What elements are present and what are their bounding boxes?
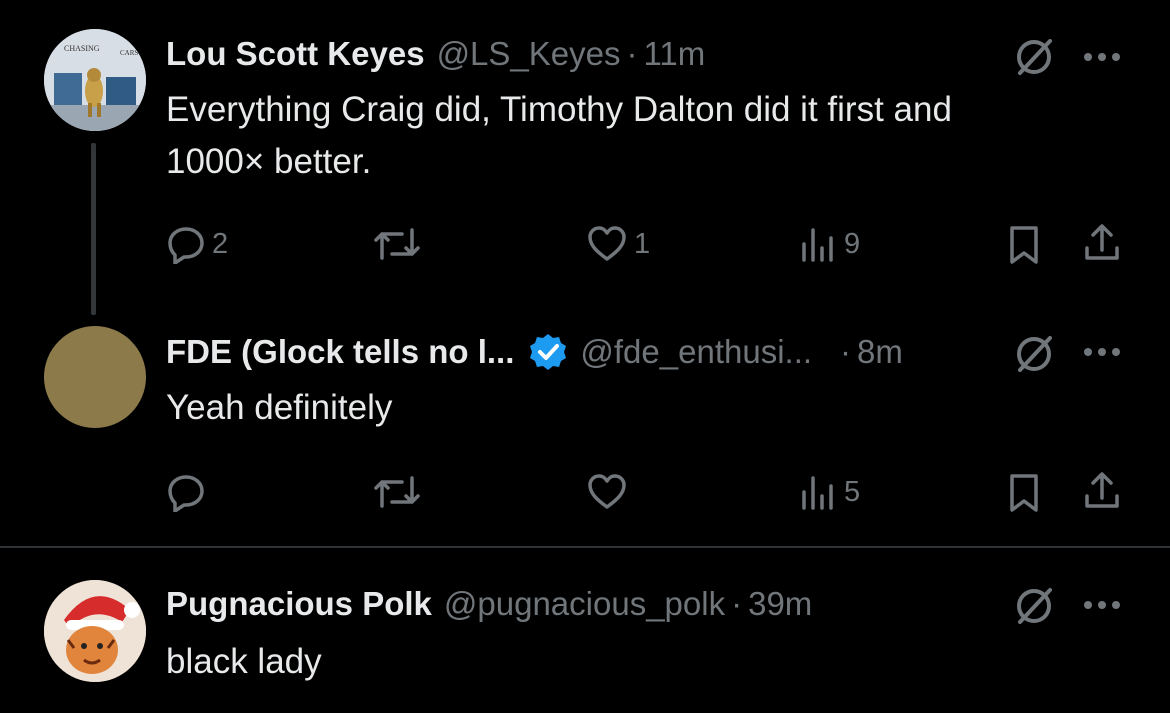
timestamp[interactable]: 8m	[857, 333, 903, 371]
retweet-icon	[374, 228, 420, 260]
tweet-actions: 5	[0, 468, 1170, 516]
tweet-text: Yeah definitely	[166, 382, 1066, 434]
tweet-header: Lou Scott Keyes @LS_Keyes · 11m	[166, 34, 705, 74]
reply-icon	[168, 227, 204, 264]
avatar-logo-text-top: CHASING	[64, 44, 100, 53]
views-count: 5	[844, 475, 861, 508]
more-icon[interactable]	[1082, 51, 1122, 63]
views-button[interactable]: 9	[800, 224, 860, 264]
share-button[interactable]	[1082, 222, 1122, 264]
like-button[interactable]: 1	[586, 224, 650, 264]
views-icon	[802, 228, 833, 262]
more-icon[interactable]	[1082, 599, 1122, 611]
tweet-text: black lady	[166, 636, 1066, 688]
reply-button[interactable]	[166, 472, 206, 512]
avatar-image	[44, 580, 146, 682]
more-icon[interactable]	[1082, 346, 1122, 358]
like-icon	[588, 226, 626, 261]
grok-icon[interactable]	[1012, 332, 1056, 376]
reply-count: 2	[212, 227, 229, 260]
user-handle[interactable]: @pugnacious_polk	[444, 585, 725, 623]
bookmark-button[interactable]	[1006, 224, 1042, 266]
divider	[0, 546, 1170, 548]
like-icon	[588, 474, 626, 509]
like-button[interactable]	[586, 472, 628, 512]
like-count: 1	[634, 227, 651, 260]
retweet-button[interactable]	[372, 472, 422, 512]
share-icon	[1085, 472, 1119, 508]
display-name[interactable]: FDE (Glock tells no l...	[166, 333, 514, 371]
separator-dot: ·	[626, 35, 638, 72]
timestamp[interactable]: 39m	[748, 585, 812, 623]
avatar[interactable]: CHASING CARS	[44, 29, 146, 131]
tweet-header: FDE (Glock tells no l... @fde_enthusi...…	[166, 332, 903, 372]
bookmark-button[interactable]	[1006, 472, 1042, 514]
separator-dot: ·	[731, 585, 743, 622]
grok-icon[interactable]	[1012, 35, 1056, 79]
retweet-icon	[374, 476, 420, 508]
tweet-header: Pugnacious Polk @pugnacious_polk · 39m	[166, 584, 812, 624]
tweet-actions: 2 1 9	[0, 220, 1170, 268]
verified-badge-icon	[530, 334, 567, 370]
tweet-text: Everything Craig did, Timothy Dalton did…	[166, 84, 1066, 188]
reply-button[interactable]: 2	[166, 224, 228, 264]
bookmark-icon	[1010, 474, 1038, 512]
tweet-text-line: 1000× better.	[166, 142, 372, 181]
tweet-text-line: Yeah definitely	[166, 388, 393, 427]
views-icon	[802, 476, 833, 510]
separator-dot: ·	[840, 333, 852, 370]
bookmark-icon	[1010, 226, 1038, 264]
avatar-logo-text-right: CARS	[120, 49, 138, 57]
user-handle[interactable]: @LS_Keyes	[437, 35, 621, 73]
share-button[interactable]	[1082, 470, 1122, 512]
display-name[interactable]: Lou Scott Keyes	[166, 35, 425, 73]
tweet-text-line: black lady	[166, 642, 322, 681]
avatar[interactable]	[44, 326, 146, 428]
share-icon	[1085, 224, 1119, 260]
avatar[interactable]	[44, 580, 146, 682]
retweet-button[interactable]	[372, 224, 422, 264]
views-count: 9	[844, 227, 861, 260]
views-button[interactable]: 5	[800, 472, 860, 512]
avatar-image: CHASING CARS	[44, 29, 146, 131]
grok-icon[interactable]	[1012, 584, 1056, 628]
tweet-text-line: Everything Craig did, Timothy Dalton did…	[166, 90, 952, 129]
timestamp[interactable]: 11m	[644, 35, 706, 73]
user-handle[interactable]: @fde_enthusi...	[580, 333, 812, 371]
reply-icon	[168, 475, 204, 512]
display-name[interactable]: Pugnacious Polk	[166, 585, 432, 623]
